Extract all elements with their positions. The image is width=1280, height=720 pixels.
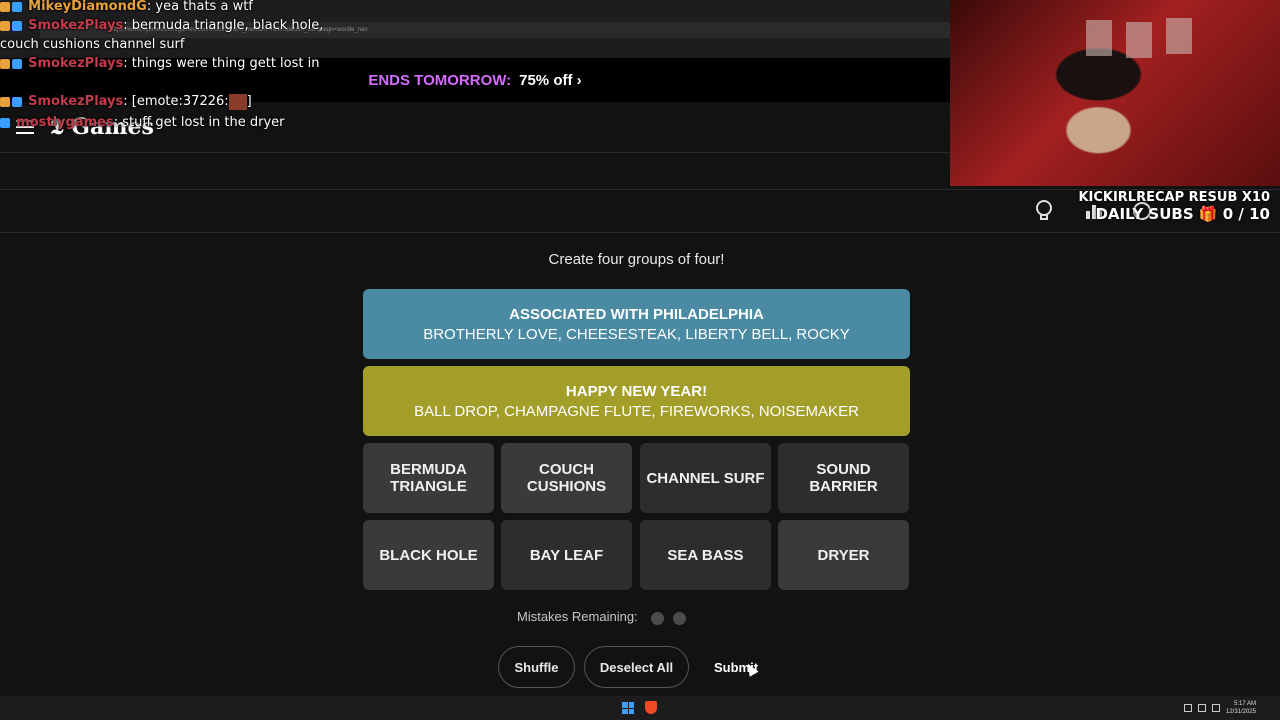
group-words: BALL DROP, CHAMPAGNE FLUTE, FIREWORKS, N… xyxy=(414,402,859,420)
chat-username: MikeyDiamondG xyxy=(28,0,147,14)
chat-username: mostlygames xyxy=(16,115,114,130)
game-instructions: Create four groups of four! xyxy=(548,251,725,268)
shuffle-button[interactable]: Shuffle xyxy=(498,646,575,688)
chat-message: SmokezPlays: bermuda triangle, black hol… xyxy=(0,16,340,54)
emote-image xyxy=(228,93,247,110)
daily-subs-counter: DAILY SUBS 🎁 0 / 10 xyxy=(1095,205,1270,223)
chat-text: : stuff get lost in the dryer xyxy=(113,115,285,130)
promo-offer-link[interactable]: 75% off › xyxy=(519,72,582,89)
system-clock[interactable]: 5:17 AM 12/31/2025 xyxy=(1226,700,1256,716)
brave-browser-icon[interactable] xyxy=(645,701,657,714)
solved-group-new-year: HAPPY NEW YEAR! BALL DROP, CHAMPAGNE FLU… xyxy=(363,366,910,436)
solved-group-philadelphia: ASSOCIATED WITH PHILADELPHIA BROTHERLY L… xyxy=(363,289,910,359)
chat-username: SmokezPlays xyxy=(28,18,124,33)
word-tile[interactable]: SEA BASS xyxy=(640,520,771,590)
promo-ends-label: ENDS TOMORROW: xyxy=(368,71,512,89)
chat-message: mostlygames: stuff get lost in the dryer xyxy=(0,113,340,132)
mistake-dot xyxy=(651,612,664,625)
webcam-feed xyxy=(950,0,1280,186)
chat-text: : [emote:37226: xyxy=(123,94,229,109)
word-tile[interactable]: COUCH CUSHIONS xyxy=(501,443,632,513)
display-icon[interactable] xyxy=(1198,704,1206,712)
lightbulb-icon[interactable] xyxy=(1034,200,1054,222)
windows-start-icon[interactable] xyxy=(622,702,634,714)
volume-icon[interactable] xyxy=(1212,704,1220,712)
group-category: HAPPY NEW YEAR! xyxy=(565,382,708,400)
word-tile[interactable]: DRYER xyxy=(778,520,909,590)
mistake-dot xyxy=(673,612,686,625)
word-tile[interactable]: CHANNEL SURF xyxy=(640,443,771,513)
group-category: ASSOCIATED WITH PHILADELPHIA xyxy=(509,305,764,323)
group-words: BROTHERLY LOVE, CHEESESTEAK, LIBERTY BEL… xyxy=(423,325,850,343)
chat-text: : things were thing gett lost in xyxy=(123,56,320,71)
chat-message: SmokezPlays: [emote:37226:] xyxy=(0,92,340,111)
chat-text: : yea thats a wtf xyxy=(146,0,253,14)
taskbar xyxy=(0,696,1280,720)
chat-username: SmokezPlays xyxy=(28,94,124,109)
mic-icon[interactable] xyxy=(1184,704,1192,712)
word-tile[interactable]: BLACK HOLE xyxy=(363,520,494,590)
submit-button[interactable]: Submit xyxy=(700,646,772,688)
mistakes-remaining-label: Mistakes Remaining: xyxy=(517,609,638,624)
stream-sub-goal-overlay: KICKIRLRECAP RESUB X10 DAILY SUBS 🎁 0 / … xyxy=(1070,190,1270,223)
resub-alert: KICKIRLRECAP RESUB X10 xyxy=(1078,190,1270,205)
word-tile[interactable]: BERMUDA TRIANGLE xyxy=(363,443,494,513)
chat-message: SmokezPlays: things were thing gett lost… xyxy=(0,54,340,73)
deselect-all-button[interactable]: Deselect All xyxy=(584,646,689,688)
word-tile[interactable]: SOUND BARRIER xyxy=(778,443,909,513)
chat-message: MikeyDiamondG: yea thats a wtf xyxy=(0,0,340,16)
chat-username: SmokezPlays xyxy=(28,56,124,71)
word-tile[interactable]: BAY LEAF xyxy=(501,520,632,590)
